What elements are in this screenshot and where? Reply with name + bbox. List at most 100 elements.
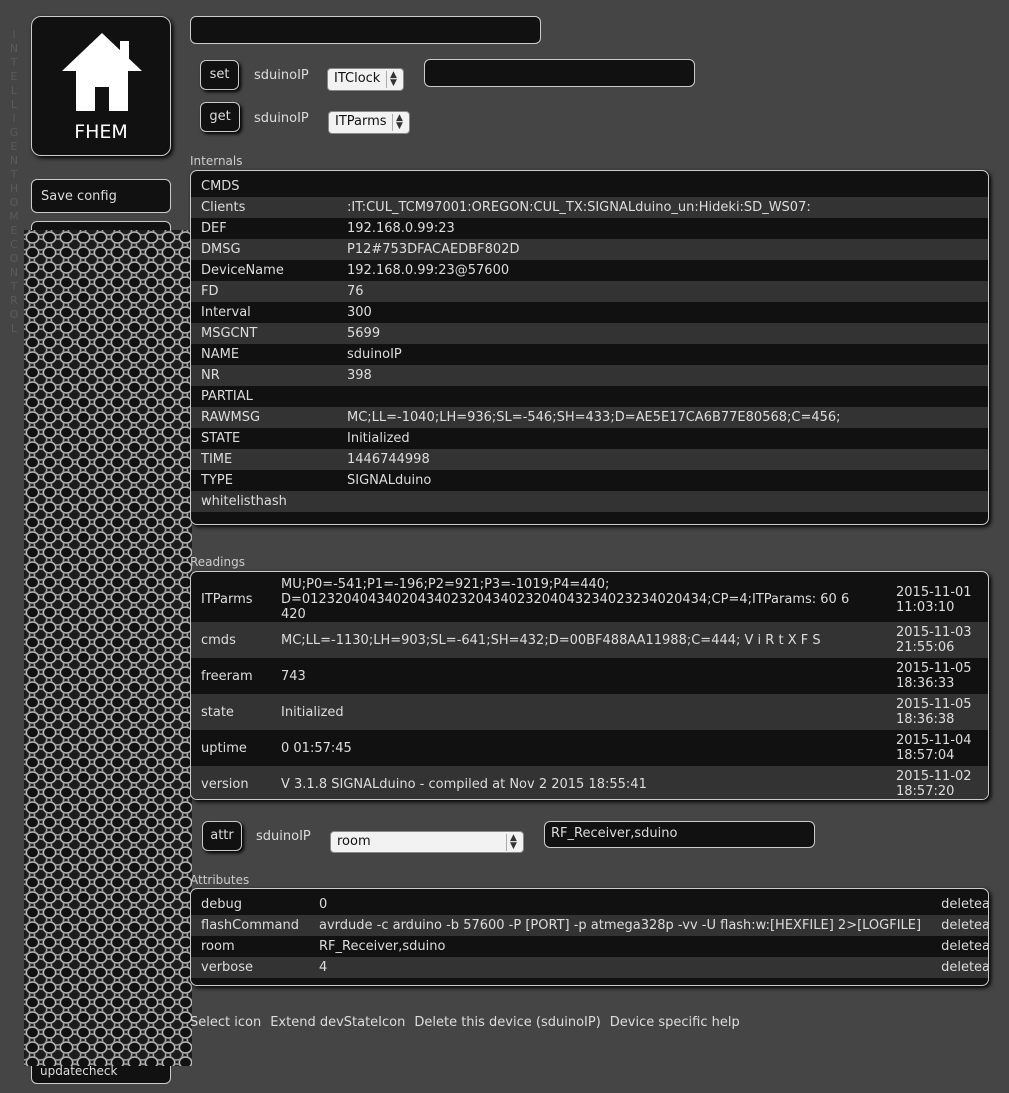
internal-value: 76 [337,281,988,302]
internal-key: NR [191,365,337,386]
internal-value: 300 [337,302,988,323]
brand-letter: E [10,70,18,83]
attribute-row: verbose4deleteattr [191,957,988,978]
brand-letter: L [10,84,18,97]
internal-value [337,176,988,197]
reading-timestamp: 2015-11-04 18:57:04 [886,730,988,766]
internal-value: 1446744998 [337,449,988,470]
reading-timestamp: 2015-11-03 21:55:06 [886,622,988,658]
brand-letter: C [10,238,18,251]
reading-date: 2015-11-05 [896,697,972,712]
save-config-button[interactable]: Save config [31,179,171,213]
get-select-value: ITParms [335,114,387,129]
internal-key: whitelisthash [191,491,337,512]
get-button[interactable]: get [200,102,240,132]
brand-letter: O [9,252,19,265]
reading-value: 0 01:57:45 [271,730,886,766]
delete-attr-link[interactable]: deleteattr [931,915,988,936]
reading-date: 2015-11-04 [896,733,972,748]
internals-row: Clients:IT:CUL_TCM97001:OREGON:CUL_TX:SI… [191,197,988,218]
brand-letter: T [10,168,18,181]
reading-timestamp: 2015-11-01 11:03:10 [886,577,988,622]
internals-row: NR 398 [191,365,988,386]
reading-time: 11:03:10 [896,599,955,615]
brand-letter: O [9,308,19,321]
logo-label: FHEM [74,121,128,143]
reading-date: 2015-11-03 [896,625,972,640]
internal-key: CMDS [191,176,337,197]
internals-title: Internals [190,154,243,168]
device-link[interactable]: Extend devStateIcon [270,1015,405,1030]
internal-key: TIME [191,449,337,470]
set-select[interactable]: ITClock ▲ ▼ [327,68,404,91]
readings-row: state Initialized 2015-11-05 18:36:38 [191,694,988,730]
attr-button[interactable]: attr [202,821,242,851]
set-value-input[interactable] [424,59,695,87]
attribute-row: flashCommand avrdude -c arduino -b 57600 … [191,915,988,936]
set-button[interactable]: set [200,60,239,90]
internals-row: STATE Initialized [191,428,988,449]
reading-time: 21:55:06 [896,640,955,655]
select-arrows-icon: ▲ ▼ [506,834,520,851]
device-link[interactable]: Device specific help [610,1015,740,1030]
device-link[interactable]: Select icon [190,1015,261,1030]
internals-row: PARTIAL [191,386,988,407]
internal-key: Interval [191,302,337,323]
attribute-value: 4 [308,957,932,978]
internal-value: 5699 [337,323,988,344]
attribute-row: roomRF_Receiver,sduinodeleteattr [191,936,988,957]
readings-row: freeram 743 2015-11-05 18:36:33 [191,658,988,694]
internal-value: 192.168.0.99:23@57600 [337,260,988,281]
brand-letter: T [10,280,18,293]
internals-row: DeviceName 192.168.0.99:23@57600 [191,260,988,281]
internal-key: TYPE [191,470,337,491]
house-icon [62,33,142,111]
attr-value-input[interactable]: RF_Receiver,sduino [544,821,815,848]
internals-row: DEF 192.168.0.99:23 [191,218,988,239]
internal-key: MSGCNT [191,323,337,344]
attribute-key: flashCommand [191,915,309,936]
reading-value: MC;LL=-1130;LH=903;SL=-641;SH=432;D=00BF… [271,622,886,658]
attribute-row: debug0deleteattr [191,894,988,915]
delete-attr-link[interactable]: deleteattr [931,957,988,978]
internal-value: 398 [337,365,988,386]
get-select[interactable]: ITParms ▲ ▼ [328,111,410,134]
brand-letter: R [10,294,18,307]
brand-letter: I [12,28,16,41]
fhem-logo[interactable]: FHEM [31,16,171,156]
internals-row: TIME 1446744998 [191,449,988,470]
device-links: Select icon Extend devStateIcon Delete thi… [190,1015,749,1030]
reading-value: MU;P0=-541;P1=-196;P2=921;P3=-1019;P4=44… [271,577,886,622]
attr-select[interactable]: room ▲ ▼ [330,831,524,853]
internal-value: 192.168.0.99:23 [337,218,988,239]
delete-attr-link[interactable]: deleteattr [931,936,988,957]
internals-row: MSGCNT 5699 [191,323,988,344]
reading-time: 18:57:20 [896,784,955,799]
device-link[interactable]: Delete this device (sduinoIP) [414,1015,600,1030]
reading-value: V 3.1.8 SIGNALduino - compiled at Nov 2 … [271,766,886,799]
attr-device-label: sduinoIP [256,829,311,844]
internal-value [337,491,988,512]
internals-row: TYPE SIGNALduino [191,470,988,491]
internal-value: sduinoIP [337,344,988,365]
sidebar-item-updatecheck[interactable]: updatecheck [40,1064,117,1078]
command-input[interactable] [190,16,541,44]
reading-time: 18:36:33 [896,676,955,691]
delete-attr-link[interactable]: deleteattr [931,894,988,915]
attribute-key: debug [191,894,309,915]
attribute-value: RF_Receiver,sduino [308,936,932,957]
brand-letter: E [10,140,18,153]
reading-date: 2015-11-05 [896,661,972,676]
internals-row: Interval 300 [191,302,988,323]
internal-key: Clients [191,197,337,218]
brand-letter: E [10,224,18,237]
reading-date: 2015-11-01 [896,584,972,600]
reading-timestamp: 2015-11-02 18:57:20 [886,766,988,799]
set-device-label: sduinoIP [254,68,309,83]
reading-key: ITParms [191,577,271,622]
internals-row: CMDS [191,176,988,197]
attributes-panel: debug0deleteattrflashCommandavrdude -c a… [190,888,989,986]
readings-row: uptime 0 01:57:45 2015-11-04 18:57:04 [191,730,988,766]
reading-value: Initialized [271,694,886,730]
brand-letter: N [9,266,19,279]
